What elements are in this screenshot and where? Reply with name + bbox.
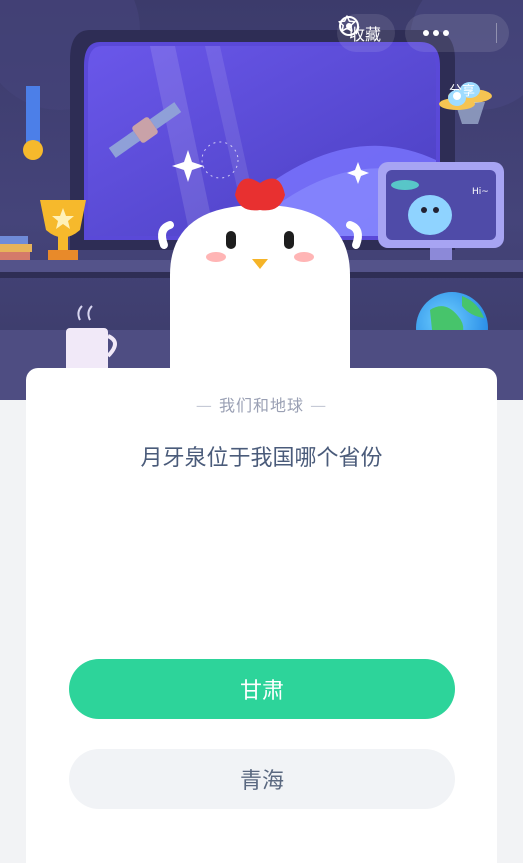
monitor-greeting: Hi~ — [472, 187, 489, 197]
share-button[interactable]: 分享 — [437, 82, 487, 110]
answer-option-2-label: 青海 — [239, 769, 284, 794]
answer-option-2[interactable]: 青海 — [69, 749, 455, 809]
quiz-category: — 我们和地球 — — [195, 396, 328, 415]
top-action-bar: 收藏 — [336, 14, 509, 52]
quiz-question: 月牙泉位于我国哪个省份 — [140, 446, 383, 471]
space-scene-banner: Hi~ 收藏 — [0, 0, 523, 400]
more-dots-icon[interactable] — [417, 30, 455, 36]
mini-program-capsule — [338, 14, 509, 52]
answer-option-1[interactable]: 甘肃 — [69, 659, 455, 719]
category-label: 我们和地球 — [218, 396, 304, 415]
answer-option-1-label: 甘肃 — [239, 679, 284, 704]
capsule-divider — [496, 23, 497, 43]
ufo-share-icon — [439, 90, 475, 110]
quiz-card: — 我们和地球 — 月牙泉位于我国哪个省份 甘肃 青海 — [26, 368, 497, 863]
chick-mascot — [140, 165, 380, 400]
target-close-icon[interactable] — [337, 14, 361, 38]
